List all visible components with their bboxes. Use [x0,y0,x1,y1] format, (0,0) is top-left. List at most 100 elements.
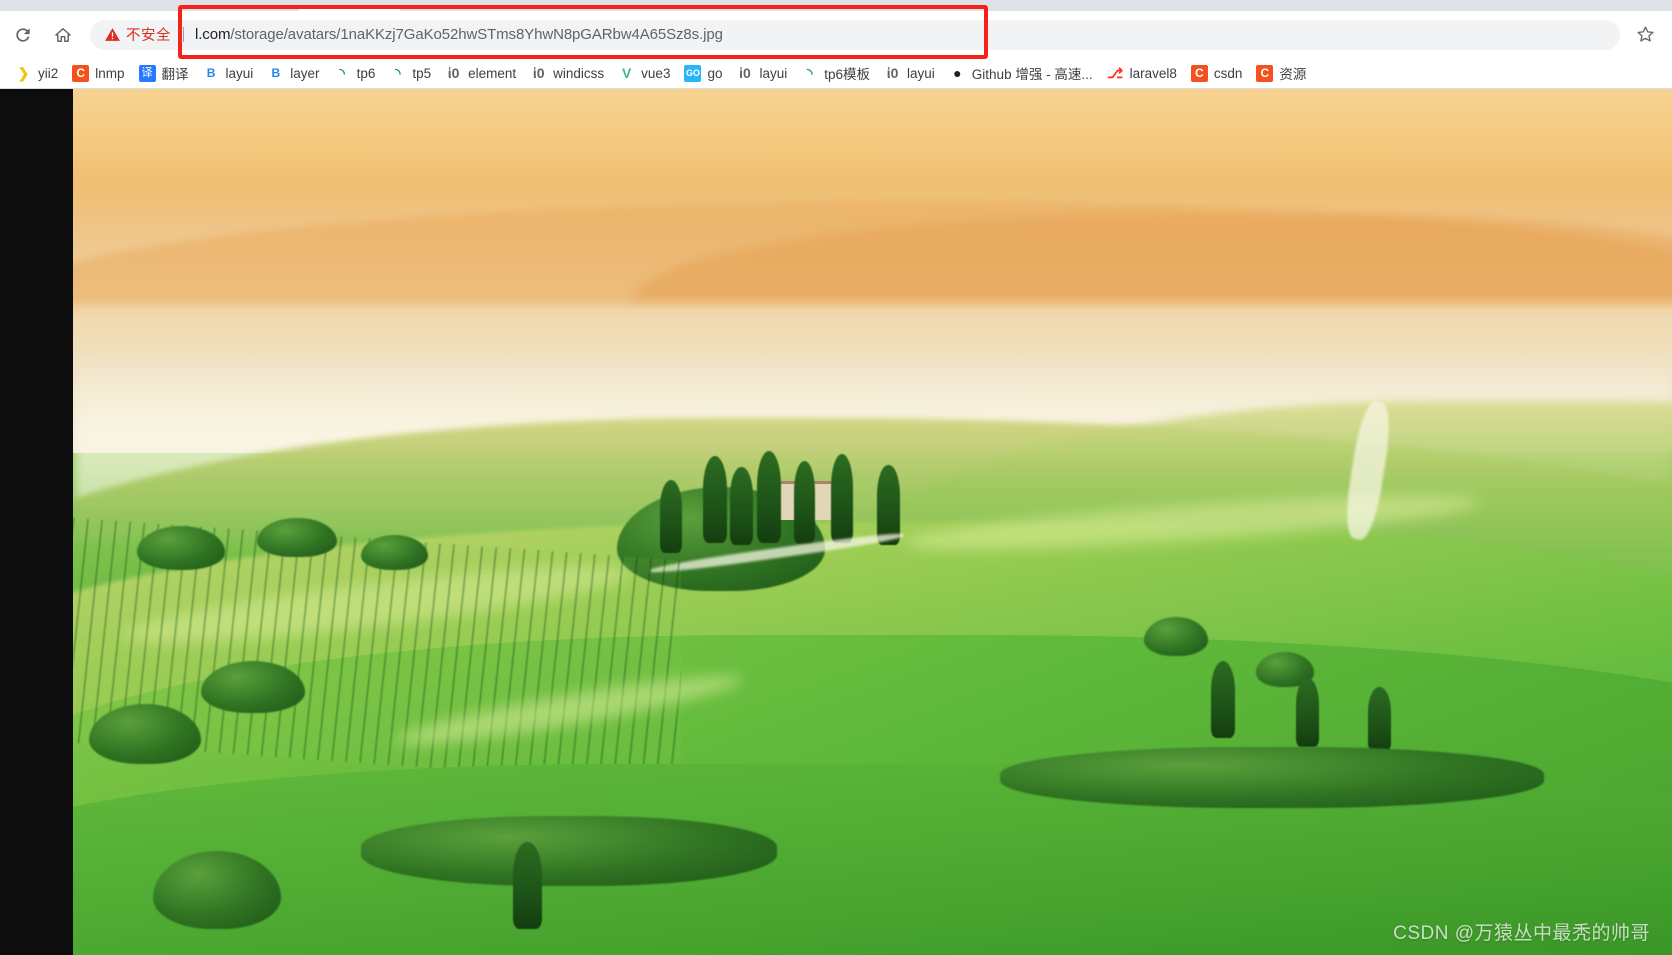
tree [360,534,428,570]
site-security-chip[interactable]: 不安全 [104,24,171,45]
thinkphp-icon: ◝ [801,65,818,82]
bookmark-favicon-glyph: C [1260,66,1270,80]
bookmark-item[interactable]: Ccsdn [1184,61,1250,85]
vue-icon: V [618,65,635,82]
bookmark-favicon-glyph: ἱ0 [532,65,545,81]
bookmark-favicon-glyph: ◝ [807,65,813,81]
cypress-tree [757,450,782,543]
cypress-tree [794,461,815,544]
bookmark-item[interactable]: ● Github 增强 - 高速... [942,61,1100,85]
bookmark-favicon-glyph: V [622,65,632,81]
cypress-tree [703,456,727,543]
image-content[interactable]: CSDN @万猿丛中最秃的帅哥 [73,89,1672,955]
bookmark-label: layui [225,65,254,81]
bookmark-favicon-glyph: GO [685,67,700,78]
cypress-tree [730,466,753,545]
tree-belt [1000,747,1545,808]
bookmarks-bar: ❯ yii2 Clnmp 译翻译 Blayui Blayer ◝ tp6 ◝ tp5 ἱ0 eleme… [0,58,1672,88]
bookmark-favicon-glyph: C [76,66,86,80]
layui-icon: B [202,64,220,82]
globe-icon: ἱ0 [530,65,547,82]
bookmark-item[interactable]: Blayui [196,61,261,85]
tree [256,517,337,558]
bookmark-button[interactable] [1628,18,1662,52]
globe-icon: ἱ0 [445,65,462,82]
bookmark-label: tp5 [412,65,432,81]
csdn-icon: C [1256,64,1274,82]
cypress-tree [659,480,683,554]
page-viewport: CSDN @万猿丛中最秃的帅哥 [0,89,1672,955]
lnmp-icon: C [72,64,90,82]
bookmark-label: element [468,65,517,81]
bookmark-label: layui [759,65,788,81]
csdn-watermark: CSDN @万猿丛中最秃的帅哥 [1393,923,1650,944]
reload-button[interactable] [6,18,40,52]
bookmark-favicon-glyph: ἱ0 [739,65,751,81]
bookmark-favicon-glyph: B [271,66,281,80]
bookmark-label: laravel8 [1129,65,1177,81]
bookmark-favicon-glyph: ◝ [395,65,401,81]
csdn-icon: C [1190,64,1208,82]
bookmark-label: vue3 [641,65,671,81]
bookmark-favicon-glyph: ❯ [17,65,30,81]
omnibox-divider [183,27,184,42]
tab-strip [0,0,1672,11]
golang-icon: GO [684,64,702,82]
address-bar[interactable]: 不安全 l.com/storage/avatars/1naKKzj7GaKo52… [90,19,1620,50]
bookmark-label: yii2 [38,65,59,81]
bookmark-item[interactable]: ◝ tp6 [327,61,383,85]
bookmark-favicon-glyph: ● [953,65,962,81]
cypress-tree [877,464,900,545]
warning-triangle-icon [105,28,120,41]
bookmark-item[interactable]: Clnmp [65,61,131,85]
bookmark-favicon-glyph: 译 [141,66,153,79]
bookmark-favicon-glyph: ἱ0 [447,65,460,81]
bookmark-item[interactable]: 译翻译 [132,61,196,85]
translate-icon: 译 [138,64,156,82]
bookmark-item[interactable]: ❯ yii2 [8,61,65,85]
cypress-tree [1296,677,1319,748]
bookmark-item[interactable]: Vvue3 [611,61,677,85]
bookmark-item[interactable]: ⎇ laravel8 [1100,61,1184,85]
github-enhance-icon: ● [949,65,966,82]
bookmark-label: tp6模板 [824,67,871,82]
home-icon [55,27,71,42]
browser-toolbar: 不安全 l.com/storage/avatars/1naKKzj7GaKo52… [0,11,1672,58]
cypress-tree [1368,686,1391,752]
bookmark-favicon-glyph: ἱ0 [886,65,899,81]
cypress-tree [830,454,854,543]
bookmark-favicon-glyph: ◝ [339,65,345,81]
bookmark-item[interactable]: ◝ tp6模板 [794,61,877,85]
bookmark-label: csdn [1213,65,1243,81]
reload-icon [16,27,30,42]
bookmark-item[interactable]: Blayer [260,61,326,85]
url-path: /storage/avatars/1naKKzj7GaKo52hwSTms8Yh… [230,26,723,43]
home-button[interactable] [46,18,80,52]
bookmark-label: layui [907,65,935,81]
bookmark-item[interactable]: ἱ0 layui [729,61,794,85]
laravel-icon: ⎇ [1107,65,1124,82]
tree-belt [360,816,777,886]
tree [136,526,225,570]
bookmark-label: lnmp [95,65,125,81]
bookmark-label: windicss [553,65,605,81]
cypress-tree [512,842,542,929]
browser-window: 不安全 l.com/storage/avatars/1naKKzj7GaKo52… [0,0,1672,955]
cypress-tree [1211,660,1236,739]
bookmark-favicon-glyph: ⎇ [1107,65,1124,81]
bookmark-item[interactable]: ◝ tp5 [382,61,438,85]
star-icon [1636,26,1654,42]
globe-icon: ἱ0 [884,65,901,82]
bookmark-item[interactable]: C 资源 [1249,61,1313,85]
bookmark-item[interactable]: GO go [677,61,729,85]
url-host: l.com [195,26,231,43]
layer-icon: B [267,64,285,82]
tree [1144,617,1209,657]
bookmark-item[interactable]: ἱ0 element [438,61,523,85]
bookmark-favicon-glyph: C [1195,66,1204,80]
bookmark-item[interactable]: ἱ0 layui [877,61,942,85]
thinkphp-icon: ◝ [389,65,406,82]
thinkphp-icon: ◝ [334,65,351,82]
bookmark-item[interactable]: ἱ0 windicss [523,61,611,85]
yii-icon: ❯ [15,65,32,82]
